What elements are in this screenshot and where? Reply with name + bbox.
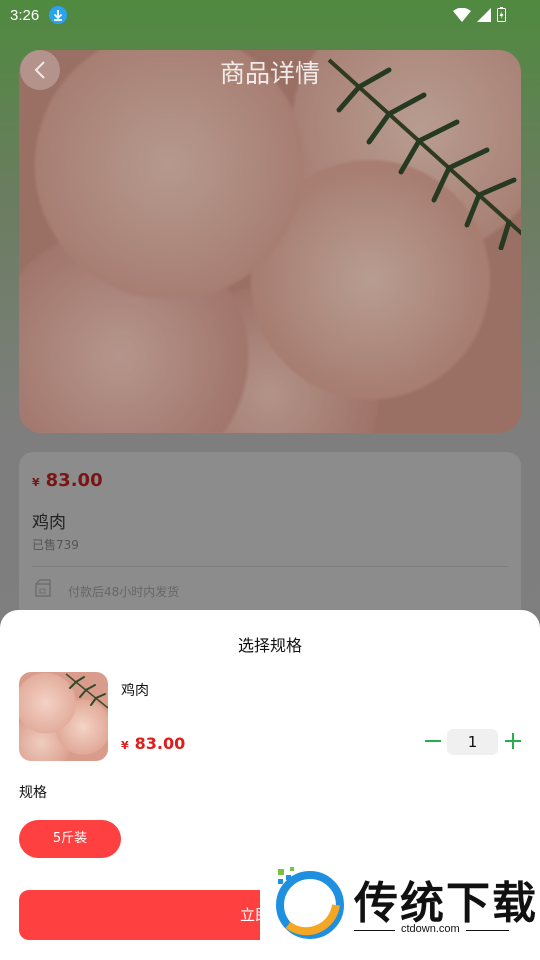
product-price: ¥83.00 [32,470,103,491]
sheet-price: ¥83.00 [121,734,185,753]
rosemary-garnish [65,673,108,709]
product-thumbnail [19,672,108,761]
status-icons [453,7,506,22]
watermark-url: ctdown.com [395,923,466,935]
increase-quantity-button[interactable] [503,731,523,751]
currency-symbol: ¥ [32,476,40,489]
quantity-input[interactable]: 1 [447,729,498,755]
watermark-overlay: 传统下载 ctdown.com [260,857,540,960]
shipping-box-icon [35,579,51,597]
download-icon [49,6,67,24]
divider [32,566,508,567]
plus-icon [505,733,521,749]
currency-symbol: ¥ [121,739,129,752]
sold-count: 已售739 [32,538,79,552]
watermark-brand: 传统下载 [354,878,538,929]
signal-icon [477,7,491,22]
decrease-quantity-button[interactable] [423,731,443,751]
page-title: 商品详情 [219,59,320,88]
wifi-icon [453,7,471,22]
status-time: 3:26 [10,7,40,24]
minus-icon [425,740,441,742]
battery-icon [497,7,506,22]
watermark-logo [276,867,344,939]
sheet-product-name: 鸡肉 [121,683,149,699]
price-value: 83.00 [45,470,103,491]
spec-option[interactable]: 5斤装 [19,820,121,858]
sheet-title: 选择规格 [237,636,302,655]
product-image [19,50,521,433]
status-bar: 3:26 [0,0,540,30]
spec-label: 规格 [19,785,47,801]
shipping-note: 付款后48小时内发货 [68,585,180,599]
price-value: 83.00 [134,734,186,753]
product-name: 鸡肉 [32,513,66,533]
